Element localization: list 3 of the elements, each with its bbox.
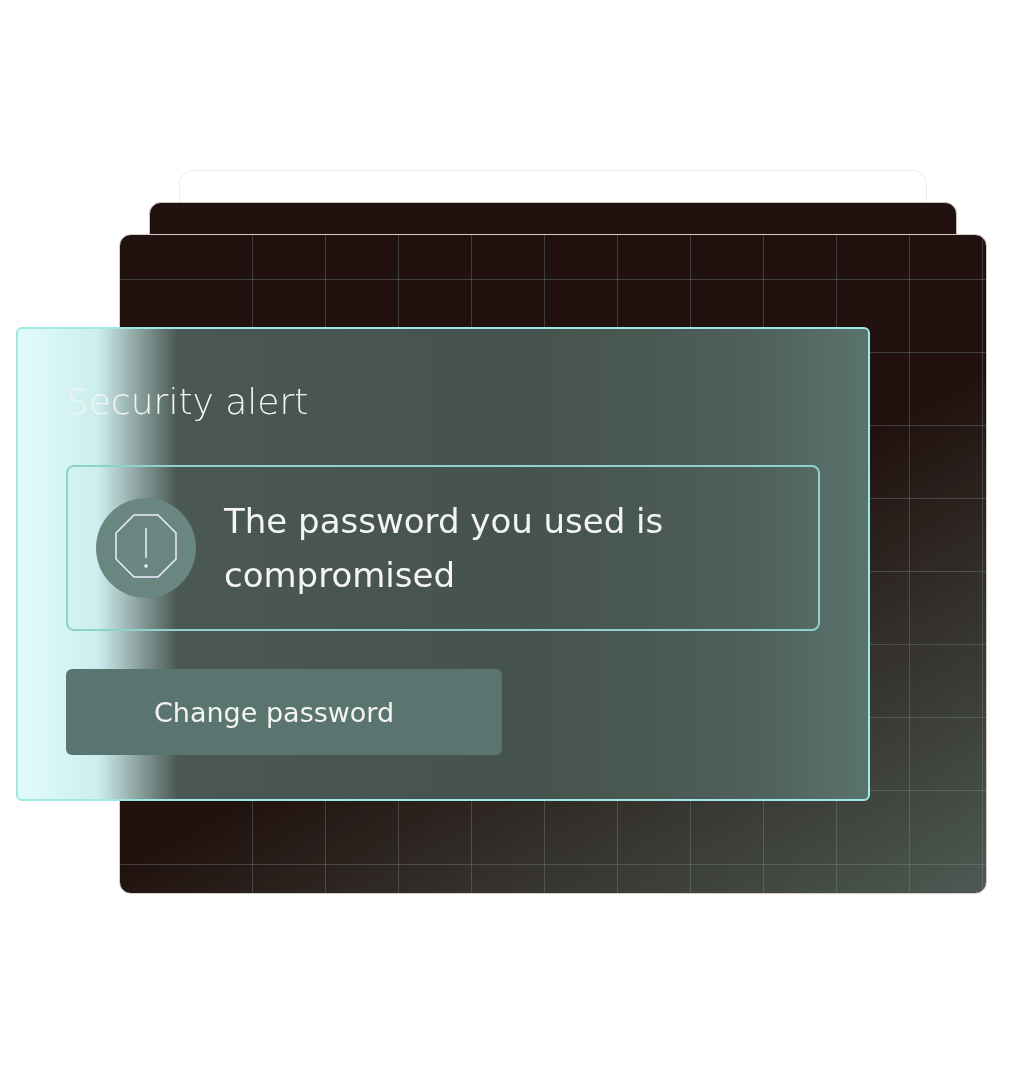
warning-icon (96, 498, 196, 598)
alert-message: The password you used is compromised (224, 500, 665, 597)
change-password-button[interactable]: Change password (66, 669, 502, 755)
